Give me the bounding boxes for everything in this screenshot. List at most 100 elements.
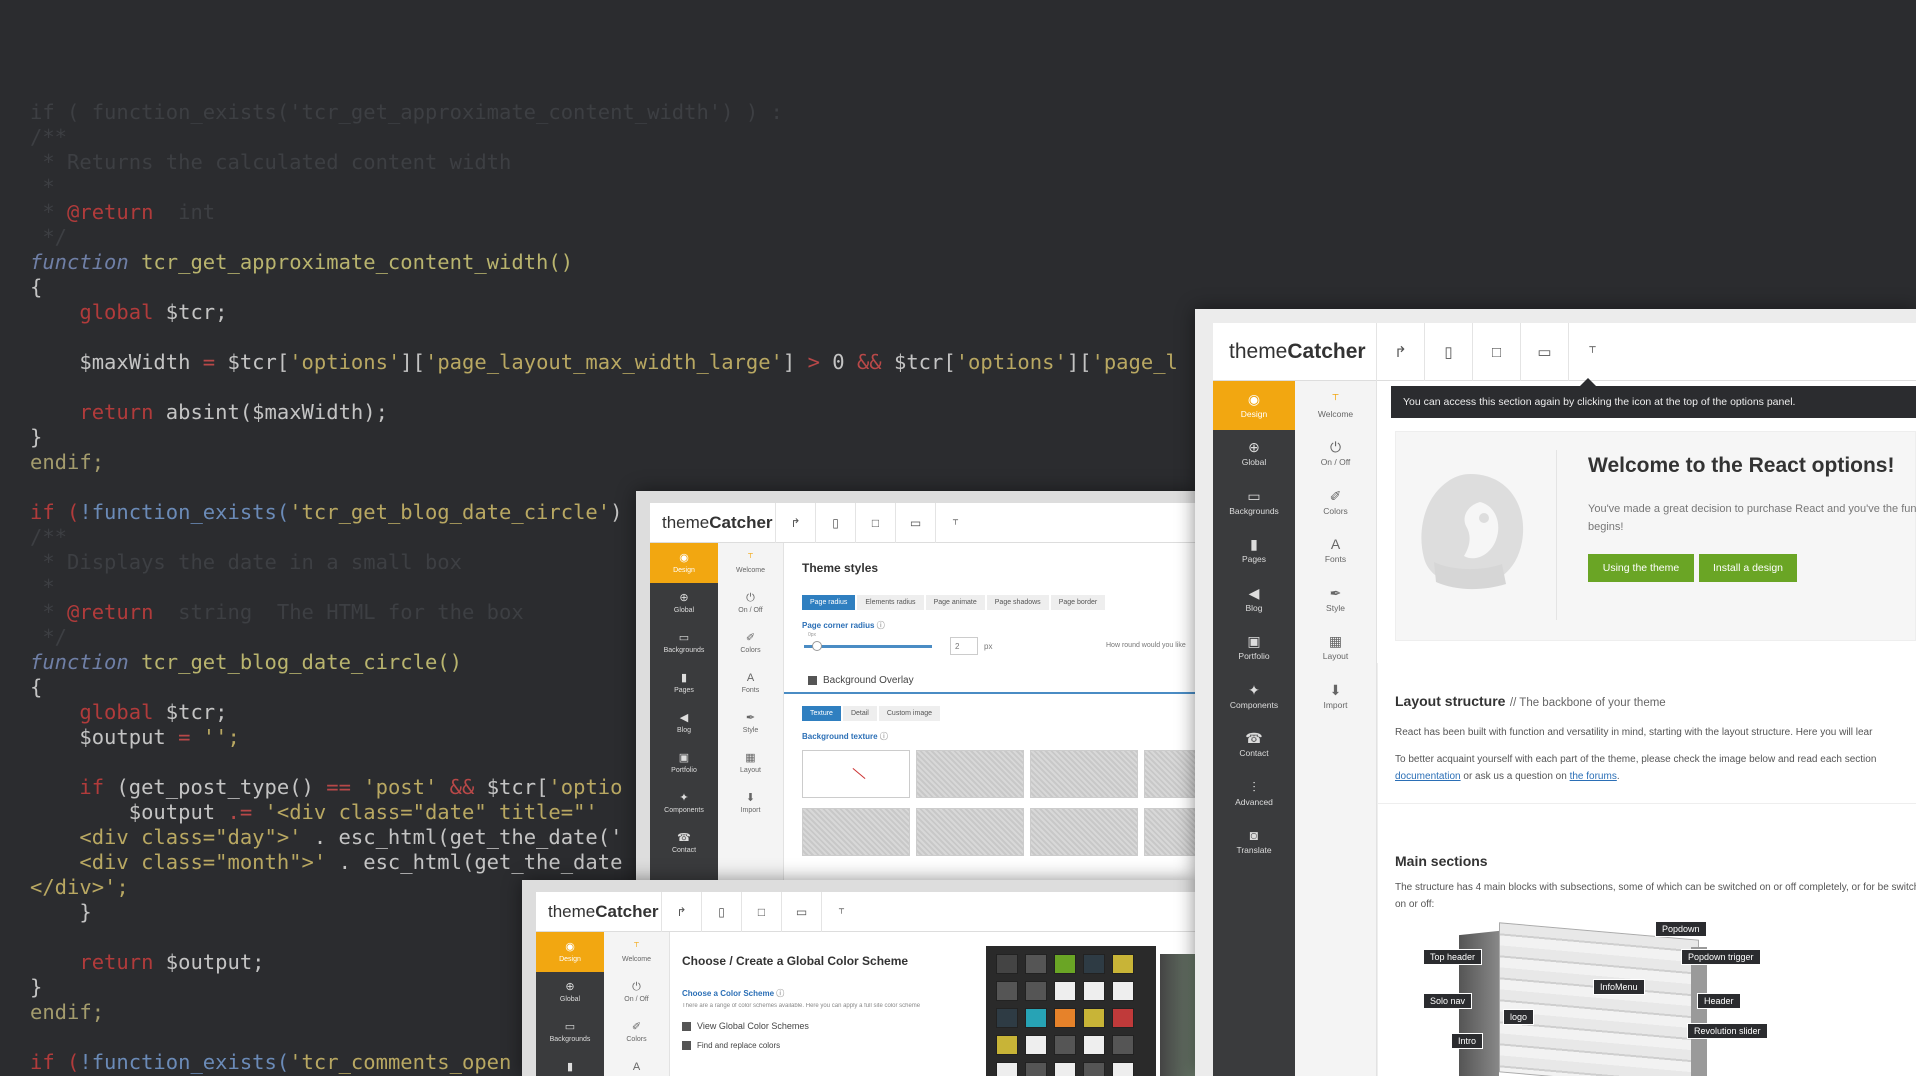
- background-overlay-row[interactable]: Background Overlay: [784, 669, 1196, 694]
- desktop-icon[interactable]: ▭: [895, 503, 935, 543]
- nav-item-backgrounds[interactable]: ▭ Backgrounds: [650, 623, 718, 663]
- nav-item-on-off[interactable]: ⏻ On / Off: [1295, 430, 1376, 479]
- nav-item-design[interactable]: ◉ Design: [536, 932, 604, 972]
- documentation-link[interactable]: documentation: [1395, 771, 1461, 782]
- nav-item-welcome[interactable]: ⸆ Welcome: [1295, 381, 1376, 430]
- color-swatch[interactable]: [1112, 1008, 1134, 1028]
- radius-input[interactable]: 2: [950, 637, 978, 655]
- tablet-icon[interactable]: □: [741, 892, 781, 932]
- texture-option[interactable]: [1144, 750, 1196, 798]
- color-swatch[interactable]: [996, 1062, 1018, 1076]
- install-design-button[interactable]: Install a design: [1699, 554, 1797, 582]
- nav-item-colors[interactable]: ✐ Colors: [718, 623, 783, 663]
- tab-page-border[interactable]: Page border: [1050, 595, 1106, 610]
- texture-option[interactable]: [802, 808, 910, 856]
- nav-item-style[interactable]: ✒ Style: [718, 703, 783, 743]
- desktop-icon[interactable]: ▭: [1520, 323, 1568, 381]
- color-swatch[interactable]: [1025, 1062, 1047, 1076]
- nav-item-pages[interactable]: ▮Pages: [1213, 527, 1295, 576]
- welcome-icon[interactable]: ⸆: [821, 892, 861, 932]
- tablet-icon[interactable]: □: [855, 503, 895, 543]
- tab-texture[interactable]: Texture: [802, 706, 841, 721]
- mobile-icon[interactable]: ▯: [701, 892, 741, 932]
- nav-item-backgrounds[interactable]: ▭ Backgrounds: [536, 1012, 604, 1052]
- color-swatch[interactable]: [1054, 981, 1076, 1001]
- welcome-icon[interactable]: ⸆: [935, 503, 975, 543]
- using-theme-button[interactable]: Using the theme: [1588, 554, 1694, 582]
- color-swatch[interactable]: [1054, 1008, 1076, 1028]
- nav-item-pages[interactable]: ▮Pages: [650, 663, 718, 703]
- color-swatch[interactable]: [1025, 981, 1047, 1001]
- radius-slider[interactable]: [804, 645, 932, 648]
- tab-elements-radius[interactable]: Elements radius: [857, 595, 924, 610]
- color-swatch[interactable]: [1112, 954, 1134, 974]
- nav-item-import[interactable]: ⬇ Import: [718, 783, 783, 823]
- overlay-checkbox[interactable]: [808, 676, 817, 685]
- texture-option[interactable]: [916, 750, 1024, 798]
- color-swatch[interactable]: [1083, 1062, 1105, 1076]
- color-swatch[interactable]: [1025, 1035, 1047, 1055]
- nav-item-global[interactable]: ⊕ Global: [536, 972, 604, 1012]
- nav-item-colors[interactable]: ✐ Colors: [604, 1012, 669, 1052]
- color-swatch[interactable]: [1083, 954, 1105, 974]
- color-swatch[interactable]: [1112, 981, 1134, 1001]
- nav-item-on-off[interactable]: ⏻ On / Off: [718, 583, 783, 623]
- texture-option[interactable]: [1144, 808, 1196, 856]
- color-swatch[interactable]: [1112, 1062, 1134, 1076]
- nav-item-design[interactable]: ◉ Design: [1213, 381, 1295, 430]
- nav-item-welcome[interactable]: ⸆ Welcome: [604, 932, 669, 972]
- nav-item-advanced[interactable]: ⫶ Advanced: [1213, 769, 1295, 818]
- texture-option[interactable]: [1030, 750, 1138, 798]
- color-swatch[interactable]: [996, 954, 1018, 974]
- nav-item-import[interactable]: ⬇ Import: [1295, 672, 1376, 721]
- color-swatch[interactable]: [996, 981, 1018, 1001]
- color-swatch[interactable]: [1083, 1035, 1105, 1055]
- checkbox[interactable]: [682, 1021, 691, 1031]
- nav-item-welcome[interactable]: ⸆ Welcome: [718, 543, 783, 583]
- tab-custom-image[interactable]: Custom image: [878, 706, 941, 721]
- texture-option[interactable]: [802, 750, 910, 798]
- nav-item-components[interactable]: ✦ Components: [650, 783, 718, 823]
- nav-item-components[interactable]: ✦ Components: [1213, 672, 1295, 721]
- undo-icon[interactable]: ↱: [661, 892, 701, 932]
- tab-page-animate[interactable]: Page animate: [925, 595, 985, 610]
- color-swatch[interactable]: [1025, 1008, 1047, 1028]
- nav-item-fonts[interactable]: AFonts: [1295, 527, 1376, 576]
- forums-link[interactable]: the forums: [1570, 771, 1617, 782]
- mobile-icon[interactable]: ▯: [815, 503, 855, 543]
- checkbox[interactable]: [682, 1041, 691, 1050]
- mobile-icon[interactable]: ▯: [1424, 323, 1472, 381]
- nav-item-pages[interactable]: ▮Pages: [536, 1052, 604, 1076]
- desktop-icon[interactable]: ▭: [781, 892, 821, 932]
- color-swatch[interactable]: [1054, 954, 1076, 974]
- nav-item-design[interactable]: ◉ Design: [650, 543, 718, 583]
- nav-item-global[interactable]: ⊕ Global: [650, 583, 718, 623]
- color-swatch[interactable]: [1083, 981, 1105, 1001]
- color-swatch[interactable]: [1112, 1035, 1134, 1055]
- color-swatch[interactable]: [996, 1035, 1018, 1055]
- nav-item-style[interactable]: ✒ Style: [1295, 575, 1376, 624]
- tab-detail[interactable]: Detail: [842, 706, 877, 721]
- nav-item-contact[interactable]: ☎ Contact: [1213, 721, 1295, 770]
- nav-item-contact[interactable]: ☎ Contact: [650, 823, 718, 863]
- nav-item-layout[interactable]: ▦ Layout: [1295, 624, 1376, 673]
- tab-page-shadows[interactable]: Page shadows: [986, 595, 1049, 610]
- radius-slider-handle[interactable]: [812, 641, 822, 651]
- nav-item-blog[interactable]: ◀ Blog: [1213, 575, 1295, 624]
- tablet-icon[interactable]: □: [1472, 323, 1520, 381]
- undo-icon[interactable]: ↱: [775, 503, 815, 543]
- texture-option[interactable]: [1030, 808, 1138, 856]
- texture-option[interactable]: [916, 808, 1024, 856]
- undo-icon[interactable]: ↱: [1376, 323, 1424, 381]
- nav-item-portfolio[interactable]: ▣ Portfolio: [650, 743, 718, 783]
- color-swatch[interactable]: [1083, 1008, 1105, 1028]
- nav-item-layout[interactable]: ▦ Layout: [718, 743, 783, 783]
- nav-item-portfolio[interactable]: ▣ Portfolio: [1213, 624, 1295, 673]
- nav-item-fonts[interactable]: AFonts: [718, 663, 783, 703]
- color-swatch[interactable]: [1054, 1035, 1076, 1055]
- color-gradient-picker[interactable]: [1160, 954, 1196, 1076]
- nav-item-translate[interactable]: ◙ Translate: [1213, 818, 1295, 867]
- color-swatch[interactable]: [1025, 954, 1047, 974]
- welcome-icon[interactable]: ⸆: [1568, 323, 1616, 381]
- nav-item-blog[interactable]: ◀ Blog: [650, 703, 718, 743]
